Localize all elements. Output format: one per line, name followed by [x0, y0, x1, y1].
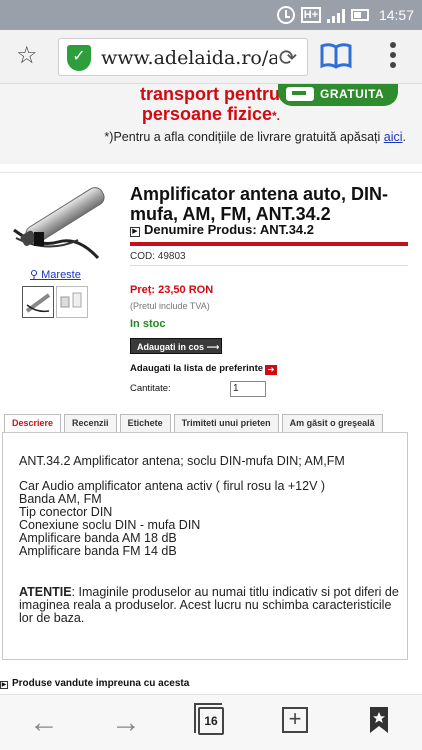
tab-switcher-button[interactable]: 16 — [194, 703, 224, 735]
bookmarks-icon[interactable] — [368, 705, 390, 735]
description-summary: ANT.34.2 Amplificator antena; soclu DIN-… — [19, 454, 345, 468]
promo-title: transport pentru persoane fizice*. — [139, 84, 280, 124]
address-bar[interactable]: ✓ www.adelaida.ro/an ⟳ — [58, 38, 308, 76]
add-to-favorites[interactable]: Adaugati la lista de preferinte ➜ — [130, 363, 278, 375]
tab-report-error[interactable]: Am găsit o greşeală — [281, 414, 383, 432]
product-name-line: ▶ Denumire Produs: ANT.34.2 — [130, 222, 314, 237]
tab-recenzii[interactable]: Recenzii — [64, 414, 117, 432]
battery-icon — [350, 9, 369, 21]
product-code: COD: 49803 — [130, 251, 186, 262]
free-shipping-badge: GRATUITA — [278, 84, 398, 106]
overflow-menu-icon[interactable] — [384, 42, 402, 72]
quantity-label: Cantitate: — [130, 383, 171, 394]
product-title: Amplificator antena auto, DIN-mufa, AM, … — [130, 184, 389, 224]
tab-descriere[interactable]: Descriere — [4, 414, 62, 432]
thumbnail-1[interactable] — [22, 286, 54, 318]
status-time: 14:57 — [378, 7, 414, 23]
stock-status: In stoc — [130, 318, 166, 330]
back-arrow-icon[interactable]: ← — [26, 705, 62, 741]
signal-icon — [326, 7, 345, 23]
description-text: ANT.34.2 Amplificator antena; soclu DIN-… — [19, 455, 399, 637]
thumbnail-2[interactable] — [56, 286, 88, 318]
tab-etichete[interactable]: Etichete — [119, 414, 171, 432]
image-thumbnails — [22, 286, 88, 318]
network-type-icon: H+ — [300, 7, 321, 23]
product-price: Preț: 23,50 RON — [130, 284, 214, 296]
description-details: Car Audio amplificator antena activ ( fi… — [19, 479, 326, 558]
related-products-heading[interactable]: ▶ Produse vandute impreuna cu acesta — [0, 678, 189, 689]
product-tabs: Descriere Recenzii Etichete Trimiteti un… — [4, 414, 383, 432]
truck-icon — [286, 87, 314, 101]
alarm-icon — [276, 6, 295, 24]
divider — [0, 172, 422, 173]
magnifier-icon: ⚲ — [30, 269, 39, 281]
add-to-cart-button[interactable]: Adaugati in cos ⟶ — [130, 338, 222, 354]
browser-toolbar: ☆ ✓ www.adelaida.ro/an ⟳ — [0, 30, 422, 84]
vat-note: (Pretul include TVA) — [130, 301, 210, 311]
status-icons: H+ 14:57 — [276, 4, 414, 26]
browser-bottom-nav: ← → 16 + — [0, 694, 422, 750]
add-favorite-icon: ➜ — [265, 365, 278, 375]
divider — [130, 265, 408, 266]
reload-icon[interactable]: ⟳ — [279, 45, 297, 71]
arrow-bullet-icon: ▶ — [130, 227, 140, 237]
forward-arrow-icon[interactable]: → — [108, 705, 144, 741]
enlarge-link[interactable]: ⚲ Mareste — [30, 268, 81, 281]
promo-note: *)Pentru a afla condițiile de livrare gr… — [104, 130, 406, 144]
free-shipping-promo: transport pentru persoane fizice*. GRATU… — [0, 84, 422, 164]
description-warning: ATENTIE: Imaginile produselor au numai t… — [19, 585, 399, 625]
tab-send-to-friend[interactable]: Trimiteti unui prieten — [173, 414, 279, 432]
secure-shield-icon: ✓ — [67, 45, 91, 71]
status-bar: H+ 14:57 — [0, 0, 422, 30]
arrow-right-icon: ⟶ — [206, 342, 220, 352]
new-tab-plus-icon[interactable]: + — [282, 707, 308, 733]
conditions-link[interactable]: aici — [384, 130, 403, 144]
arrow-bullet-icon: ▶ — [0, 681, 8, 689]
title-underline — [130, 242, 408, 246]
reading-mode-book-icon[interactable] — [320, 42, 352, 70]
url-text[interactable]: www.adelaida.ro/an — [101, 47, 277, 69]
product-image[interactable] — [8, 178, 118, 266]
description-panel: ANT.34.2 Amplificator antena; soclu DIN-… — [2, 432, 408, 660]
add-bookmark-star-icon[interactable]: ☆ — [16, 42, 44, 70]
quantity-input[interactable]: 1 — [230, 381, 266, 397]
